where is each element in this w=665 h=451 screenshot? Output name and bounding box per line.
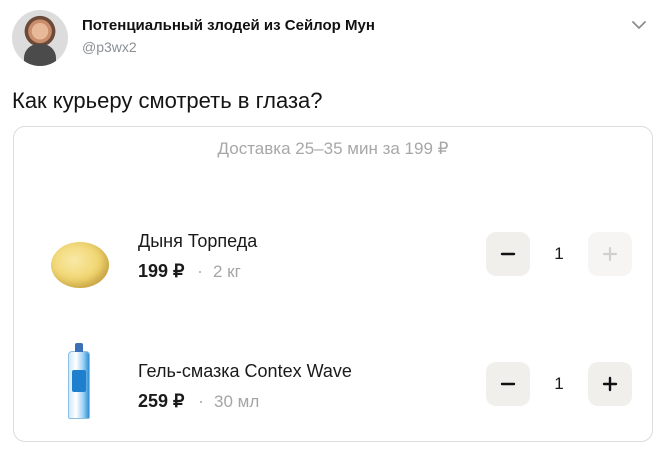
- decrease-button[interactable]: [486, 232, 530, 276]
- cart-item: Дыня Торпеда 199 ₽ · 2 кг 1: [14, 227, 652, 297]
- gel-tube-icon: [44, 343, 114, 423]
- tweet-header: Потенциальный злодей из Сейлор Мун @p3wx…: [12, 10, 652, 66]
- avatar[interactable]: [12, 10, 68, 66]
- increase-button[interactable]: [588, 362, 632, 406]
- item-name: Дыня Торпеда: [138, 231, 258, 251]
- chevron-down-icon[interactable]: [628, 14, 650, 36]
- melon-icon: [44, 233, 114, 293]
- quantity-value: 1: [554, 374, 564, 393]
- plus-icon: [602, 246, 618, 262]
- plus-icon: [602, 376, 618, 392]
- author-name[interactable]: Потенциальный злодей из Сейлор Мун: [82, 17, 375, 34]
- delivery-info: Доставка 25–35 мин за 199 ₽: [217, 139, 449, 158]
- item-price: 199 ₽: [138, 261, 185, 281]
- tweet-text: Как курьеру смотреть в глаза?: [12, 88, 323, 113]
- item-weight: 30 мл: [214, 392, 260, 411]
- item-price: 259 ₽: [138, 391, 185, 411]
- separator-dot: ·: [197, 261, 203, 281]
- quantity-stepper: 1: [486, 362, 632, 406]
- author-handle[interactable]: @p3wx2: [82, 39, 137, 55]
- item-name: Гель-смазка Contex Wave: [138, 361, 352, 381]
- minus-icon: [500, 252, 516, 256]
- minus-icon: [500, 382, 516, 386]
- separator-dot: ·: [198, 391, 204, 411]
- cart-item: Гель-смазка Contex Wave 259 ₽ · 30 мл 1: [14, 343, 652, 427]
- decrease-button[interactable]: [486, 362, 530, 406]
- increase-button[interactable]: [588, 232, 632, 276]
- item-weight: 2 кг: [213, 262, 241, 281]
- quantity-stepper: 1: [486, 232, 632, 276]
- order-card: Доставка 25–35 мин за 199 ₽ Дыня Торпеда…: [13, 126, 653, 442]
- quantity-value: 1: [554, 244, 564, 263]
